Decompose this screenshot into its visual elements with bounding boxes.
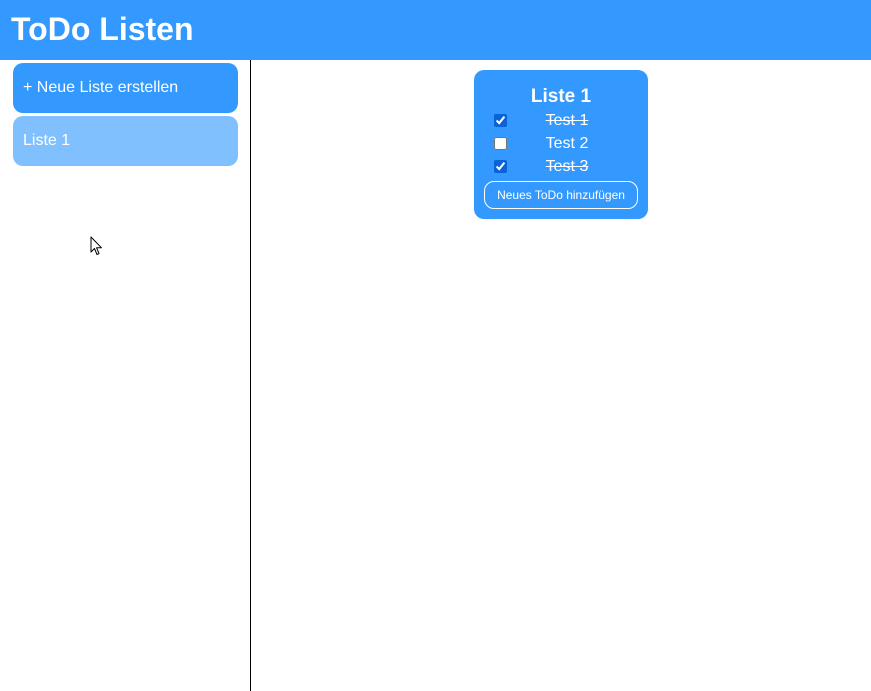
todo-list-card: Liste 1 Test 1 Test 2 Test 3 Neues ToDo …	[474, 70, 648, 219]
add-todo-button[interactable]: Neues ToDo hinzufügen	[484, 181, 638, 209]
mouse-pointer-icon	[90, 236, 102, 255]
todo-item: Test 1	[474, 110, 648, 133]
new-list-button[interactable]: + Neue Liste erstellen	[13, 63, 238, 113]
todo-checkbox[interactable]	[494, 137, 507, 150]
todo-item: Test 3	[474, 156, 648, 179]
sidebar: + Neue Liste erstellen Liste 1	[0, 60, 251, 691]
app-header: ToDo Listen	[0, 0, 871, 60]
todo-checkbox[interactable]	[494, 160, 507, 173]
page-title: ToDo Listen	[11, 11, 194, 47]
todo-checkbox[interactable]	[494, 114, 507, 127]
todo-item: Test 2	[474, 133, 648, 156]
list-title: Liste 1	[530, 86, 592, 107]
sidebar-item-liste-1[interactable]: Liste 1	[13, 116, 238, 166]
todo-label: Test 2	[545, 135, 589, 152]
todo-label: Test 1	[545, 112, 589, 129]
todo-label: Test 3	[545, 158, 589, 175]
